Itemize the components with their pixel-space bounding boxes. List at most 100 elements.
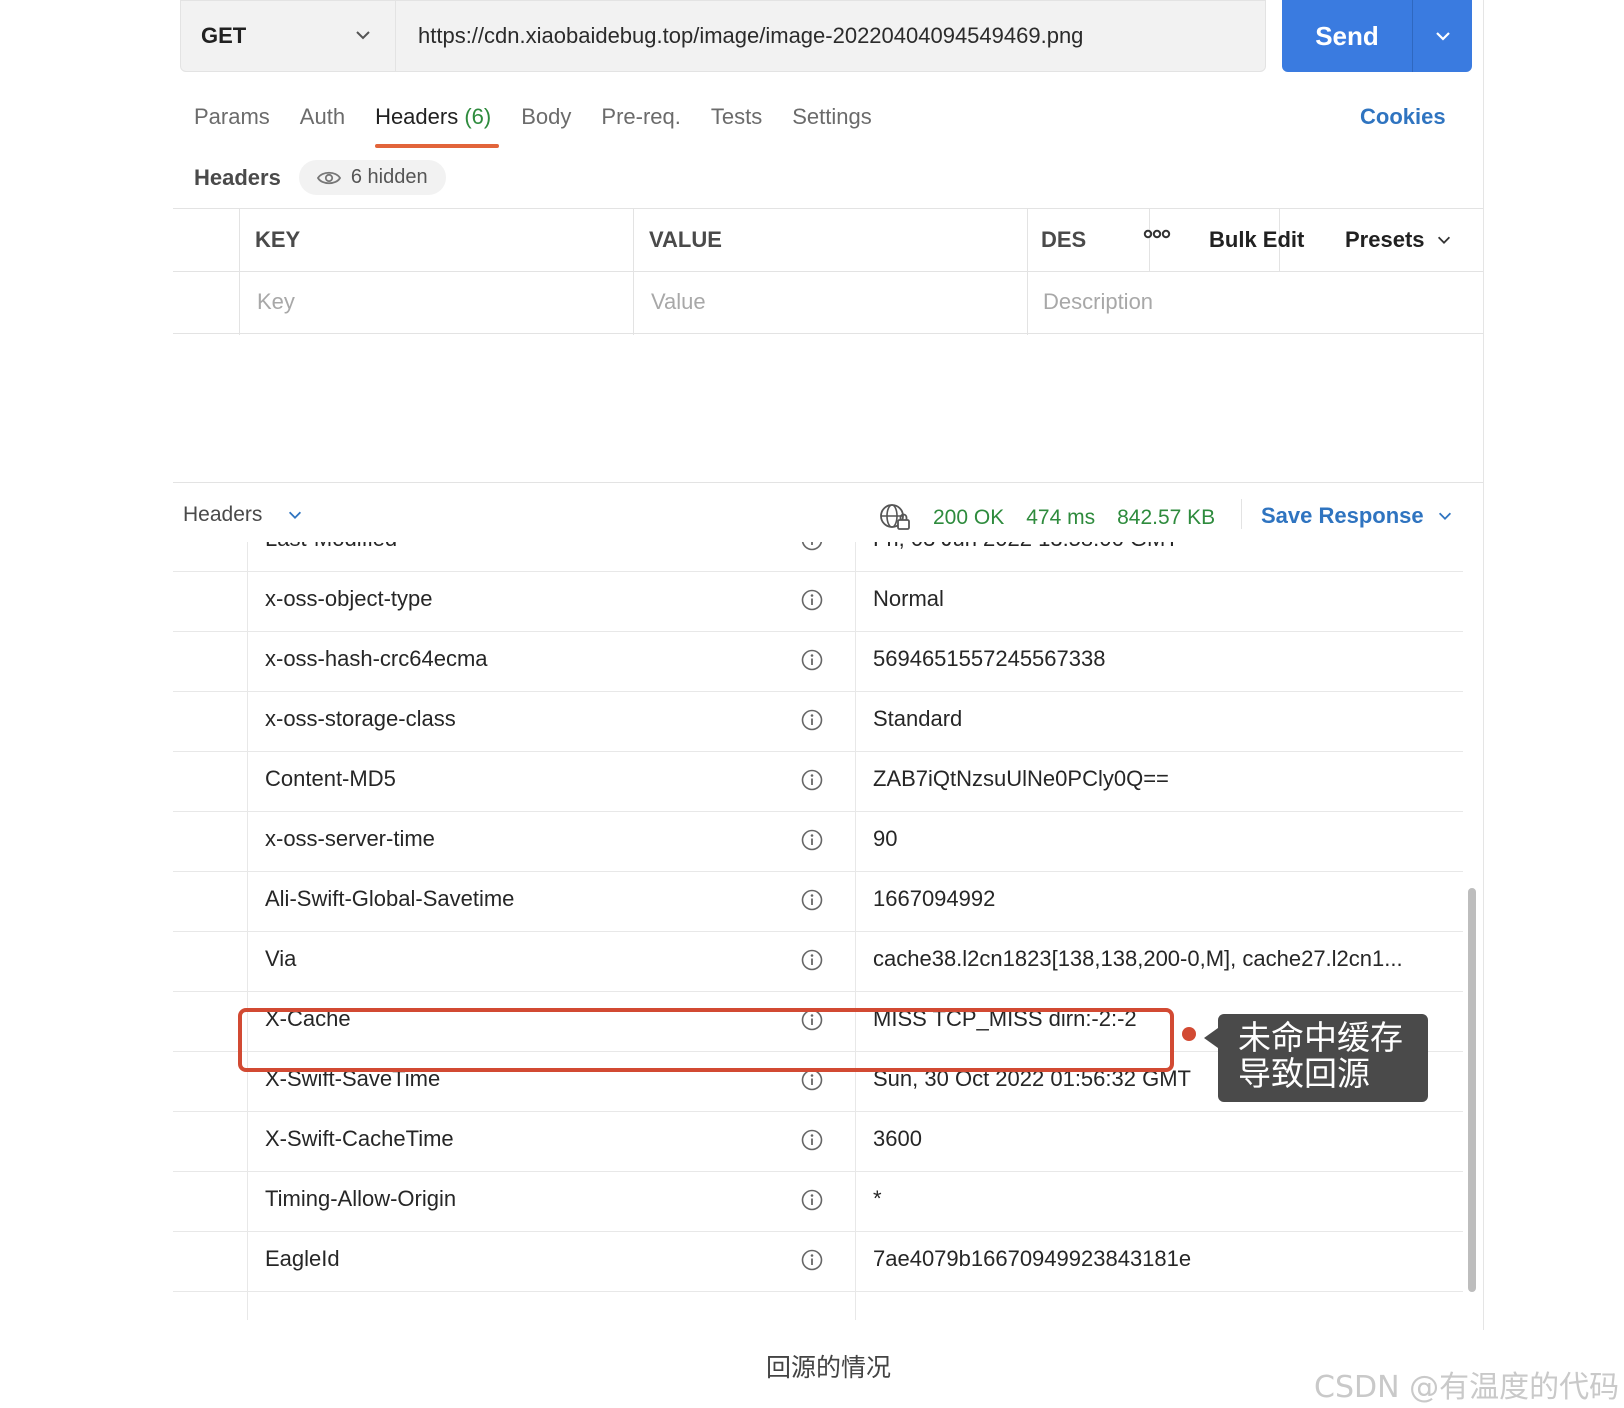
header-key: x-oss-server-time <box>265 826 435 851</box>
table-row: Via cache38.l2cn1823[138,138,200-0,M], ca… <box>173 930 1463 992</box>
header-key: Timing-Allow-Origin <box>265 1186 457 1211</box>
response-view-select[interactable]: Headers <box>183 503 304 527</box>
header-value: cache38.l2cn1823[138,138,200-0,M], cache… <box>873 946 1403 971</box>
header-value: 1667094992 <box>873 886 996 911</box>
header-value: Standard <box>873 706 963 731</box>
info-icon[interactable] <box>801 949 823 971</box>
save-response-button[interactable]: Save Response <box>1261 503 1454 529</box>
header-value: Normal <box>873 586 944 611</box>
tab-label: Tests <box>710 104 763 129</box>
tab-headers[interactable]: Headers (6) <box>375 100 500 148</box>
info-icon[interactable] <box>801 1249 823 1271</box>
table-row: X-Swift-CacheTime 3600 <box>173 1110 1463 1172</box>
request-headers-table: KEY VALUE DES Bulk Edit Presets Key Valu… <box>173 208 1483 335</box>
save-response-label: Save Response <box>1261 503 1424 528</box>
response-scrollbar[interactable] <box>1468 888 1476 1292</box>
table-row: Ali-Swift-Global-Savetime 1667094992 <box>173 870 1463 932</box>
send-button[interactable]: Send <box>1282 21 1412 52</box>
value-input[interactable]: Value <box>651 289 706 315</box>
tab-label: Body <box>521 104 572 129</box>
info-icon[interactable] <box>801 889 823 911</box>
info-icon[interactable] <box>801 709 823 731</box>
header-value: 90 <box>873 826 898 851</box>
watermark: CSDN @有温度的代码 <box>1314 1370 1620 1405</box>
tab-label: Settings <box>792 104 872 129</box>
tab-auth[interactable]: Auth <box>300 100 345 148</box>
info-icon[interactable] <box>801 829 823 851</box>
response-view-label: Headers <box>183 503 263 526</box>
tab-params[interactable]: Params <box>194 100 270 148</box>
response-time: 474 ms <box>1026 506 1096 529</box>
header-key: Ali-Swift-Global-Savetime <box>265 886 515 911</box>
bulk-edit-button[interactable]: Bulk Edit <box>1209 227 1304 253</box>
info-icon[interactable] <box>801 589 823 611</box>
column-divider <box>633 209 634 335</box>
info-icon[interactable] <box>801 542 823 551</box>
column-header-key: KEY <box>255 227 301 252</box>
header-key: X-Swift-CacheTime <box>265 1126 454 1151</box>
chevron-down-icon <box>1437 236 1450 244</box>
chevron-down-icon <box>1435 32 1450 41</box>
method-label: GET <box>201 23 247 48</box>
key-input[interactable]: Key <box>257 289 295 315</box>
info-icon[interactable] <box>801 649 823 671</box>
tab-label: Pre-req. <box>601 104 681 129</box>
annotation-line-1: 未命中缓存 <box>1238 1018 1403 1057</box>
more-options-icon[interactable] <box>1143 227 1171 246</box>
annotation-line-2: 导致回源 <box>1238 1054 1370 1093</box>
tab-settings[interactable]: Settings <box>792 100 872 148</box>
table-row: x-oss-storage-class Standard <box>173 690 1463 752</box>
header-key: x-oss-storage-class <box>265 706 456 731</box>
tab-body[interactable]: Body <box>521 100 571 148</box>
url-text: https://cdn.xiaobaidebug.top/image/image… <box>418 23 1084 48</box>
vertical-divider <box>1241 499 1242 529</box>
header-value: 5694651557245567338 <box>873 646 1106 671</box>
tab-pre-request[interactable]: Pre-req. <box>601 100 680 148</box>
response-status: 200 OK 474 ms 842.57 KB <box>879 503 1215 533</box>
description-input[interactable]: Description <box>1043 289 1153 315</box>
tab-tests[interactable]: Tests <box>711 100 762 148</box>
column-divider <box>1027 209 1028 335</box>
globe-lock-icon <box>880 504 910 530</box>
info-icon[interactable] <box>801 769 823 791</box>
hidden-headers-toggle[interactable]: 6 hidden <box>298 160 446 195</box>
column-header-value: VALUE <box>649 227 722 252</box>
table-divider <box>173 271 1483 272</box>
header-value: Fri, 03 Jun 2022 13:58:06 GMT <box>873 542 1179 552</box>
header-key: Last-Modified <box>265 542 397 552</box>
method-select[interactable]: GET <box>180 0 396 72</box>
response-headers-table: Last-Modified Fri, 03 Jun 2022 13:58:06 G… <box>173 542 1463 1320</box>
request-headers-bar: Headers 6 hidden <box>194 160 446 195</box>
header-value: 3600 <box>873 1126 922 1151</box>
send-options-button[interactable] <box>1413 26 1472 46</box>
header-key: Via <box>265 946 297 971</box>
figure-caption: 回源的情况 <box>766 1353 892 1382</box>
annotation-dot <box>1182 1027 1196 1041</box>
header-value: ZAB7iQtNzsuUlNe0PCly0Q== <box>873 766 1169 791</box>
url-input[interactable]: https://cdn.xiaobaidebug.top/image/image… <box>396 0 1266 72</box>
cookies-link[interactable]: Cookies <box>1360 104 1446 130</box>
header-key: x-oss-object-type <box>265 586 433 611</box>
table-row: EagleId 7ae4079b16670949923843181e <box>173 1230 1463 1292</box>
tab-label: Headers <box>375 104 459 129</box>
panel-right-border <box>1483 0 1484 1330</box>
table-row: x-oss-server-time 90 <box>173 810 1463 872</box>
annotation-tooltip: 未命中缓存 导致回源 <box>1204 1014 1428 1102</box>
x-cache-highlight-box <box>238 1008 1174 1072</box>
table-row: Timing-Allow-Origin * <box>173 1170 1463 1232</box>
column-header-description: DES <box>1041 227 1087 252</box>
table-row: x-oss-hash-crc64ecma 5694651557245567338 <box>173 630 1463 692</box>
table-row: Last-Modified Fri, 03 Jun 2022 13:58:06 G… <box>173 542 1463 572</box>
info-icon[interactable] <box>801 1129 823 1151</box>
info-icon[interactable] <box>801 1189 823 1211</box>
presets-label: Presets <box>1345 227 1425 252</box>
header-key: EagleId <box>265 1246 340 1271</box>
header-key: Content-MD5 <box>265 766 396 791</box>
presets-dropdown[interactable]: Presets <box>1345 227 1453 253</box>
table-row: x-oss-object-type Normal <box>173 570 1463 632</box>
tab-count: (6) <box>464 104 492 129</box>
info-icon[interactable] <box>801 1069 823 1091</box>
eye-icon <box>316 171 341 184</box>
header-key: x-oss-hash-crc64ecma <box>265 646 488 671</box>
chevron-down-icon <box>289 511 302 519</box>
